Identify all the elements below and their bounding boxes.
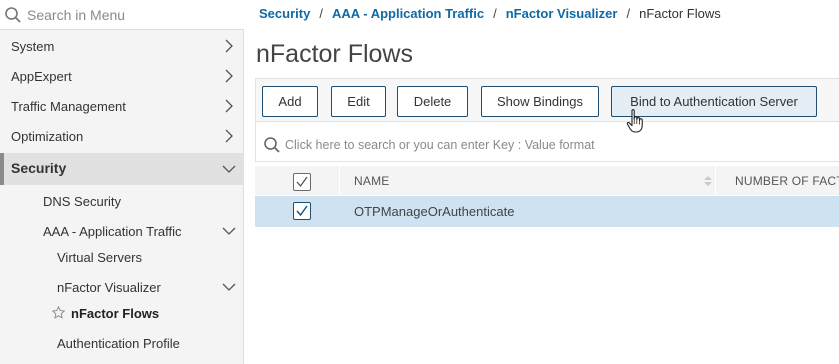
page-title: nFactor Flows: [256, 40, 413, 68]
action-toolbar: Add Edit Delete Show Bindings Bind to Au…: [255, 78, 839, 122]
breadcrumb-link-nfactor-visualizer[interactable]: nFactor Visualizer: [506, 6, 618, 21]
sidebar-item-label: Optimization: [11, 129, 84, 144]
sidebar-item-label: nFactor Visualizer: [57, 280, 161, 295]
sidebar-item-label: Traffic Management: [11, 99, 126, 114]
check-icon: [296, 205, 308, 217]
menu-search-placeholder: Search in Menu: [27, 7, 126, 23]
chevron-right-icon: [225, 99, 233, 113]
breadcrumb-separator: /: [319, 6, 323, 21]
sidebar-item-label: Security: [11, 160, 67, 176]
sidebar-item-system[interactable]: System: [0, 31, 244, 61]
sidebar-item-traffic-management[interactable]: Traffic Management: [0, 91, 244, 121]
chevron-right-icon: [225, 39, 233, 53]
sidebar-item-label: AppExpert: [11, 69, 72, 84]
sidebar-item-label: nFactor Flows: [71, 306, 160, 321]
sort-icon[interactable]: [703, 174, 713, 188]
breadcrumb-separator: /: [493, 6, 497, 21]
sidebar: Search in Menu System AppExpert Traffic …: [0, 0, 244, 364]
delete-button[interactable]: Delete: [397, 86, 468, 117]
breadcrumb-current: nFactor Flows: [639, 6, 721, 21]
sidebar-item-dns-security[interactable]: DNS Security: [0, 186, 244, 216]
show-bindings-button[interactable]: Show Bindings: [481, 86, 599, 117]
table-row[interactable]: OTPManageOrAuthenticate: [255, 196, 839, 227]
sidebar-item-label: AAA - Application Traffic: [43, 224, 182, 239]
star-icon[interactable]: [52, 306, 65, 319]
hand-cursor-icon: [626, 109, 643, 133]
column-header-name[interactable]: NAME: [354, 174, 389, 188]
chevron-right-icon: [225, 129, 233, 143]
chevron-right-icon: [225, 69, 233, 83]
sidebar-item-optimization[interactable]: Optimization: [0, 121, 244, 151]
breadcrumb-link-aaa[interactable]: AAA - Application Traffic: [332, 6, 484, 21]
edit-button[interactable]: Edit: [331, 86, 386, 117]
sidebar-item-authentication-profile[interactable]: Authentication Profile: [0, 328, 244, 358]
chevron-down-icon: [222, 283, 236, 291]
column-header-number-of-factors[interactable]: NUMBER OF FACTO: [735, 174, 839, 188]
search-icon: [264, 137, 280, 153]
sidebar-item-label: System: [11, 39, 55, 54]
sidebar-item-nfactor-flows[interactable]: nFactor Flows: [0, 298, 244, 328]
sidebar-item-appexpert[interactable]: AppExpert: [0, 61, 244, 91]
column-divider: [715, 166, 716, 196]
main-content: Security / AAA - Application Traffic / nFact…: [245, 0, 839, 364]
sidebar-item-virtual-servers[interactable]: Virtual Servers: [0, 242, 244, 272]
sidebar-item-label: Authentication Profile: [57, 336, 180, 351]
menu-search-box[interactable]: Search in Menu: [0, 0, 244, 30]
table-search-placeholder: Click here to search or you can enter Ke…: [285, 138, 595, 152]
table-header: NAME NUMBER OF FACTO: [255, 166, 839, 196]
chevron-down-icon: [222, 165, 236, 173]
sidebar-item-security[interactable]: Security: [0, 153, 244, 185]
sidebar-item-label: Virtual Servers: [57, 250, 143, 265]
chevron-down-icon: [222, 227, 236, 235]
breadcrumb: Security / AAA - Application Traffic / nFact…: [259, 6, 721, 21]
search-icon: [5, 7, 21, 23]
table-search-box[interactable]: Click here to search or you can enter Ke…: [255, 122, 839, 162]
breadcrumb-separator: /: [626, 6, 631, 21]
check-icon: [296, 176, 308, 188]
row-name-cell: OTPManageOrAuthenticate: [354, 204, 515, 219]
select-all-checkbox[interactable]: [293, 173, 311, 191]
row-checkbox[interactable]: [293, 202, 311, 220]
breadcrumb-link-security[interactable]: Security: [259, 6, 310, 21]
sidebar-item-label: DNS Security: [43, 194, 122, 209]
add-button[interactable]: Add: [262, 86, 318, 117]
column-divider: [339, 166, 340, 196]
